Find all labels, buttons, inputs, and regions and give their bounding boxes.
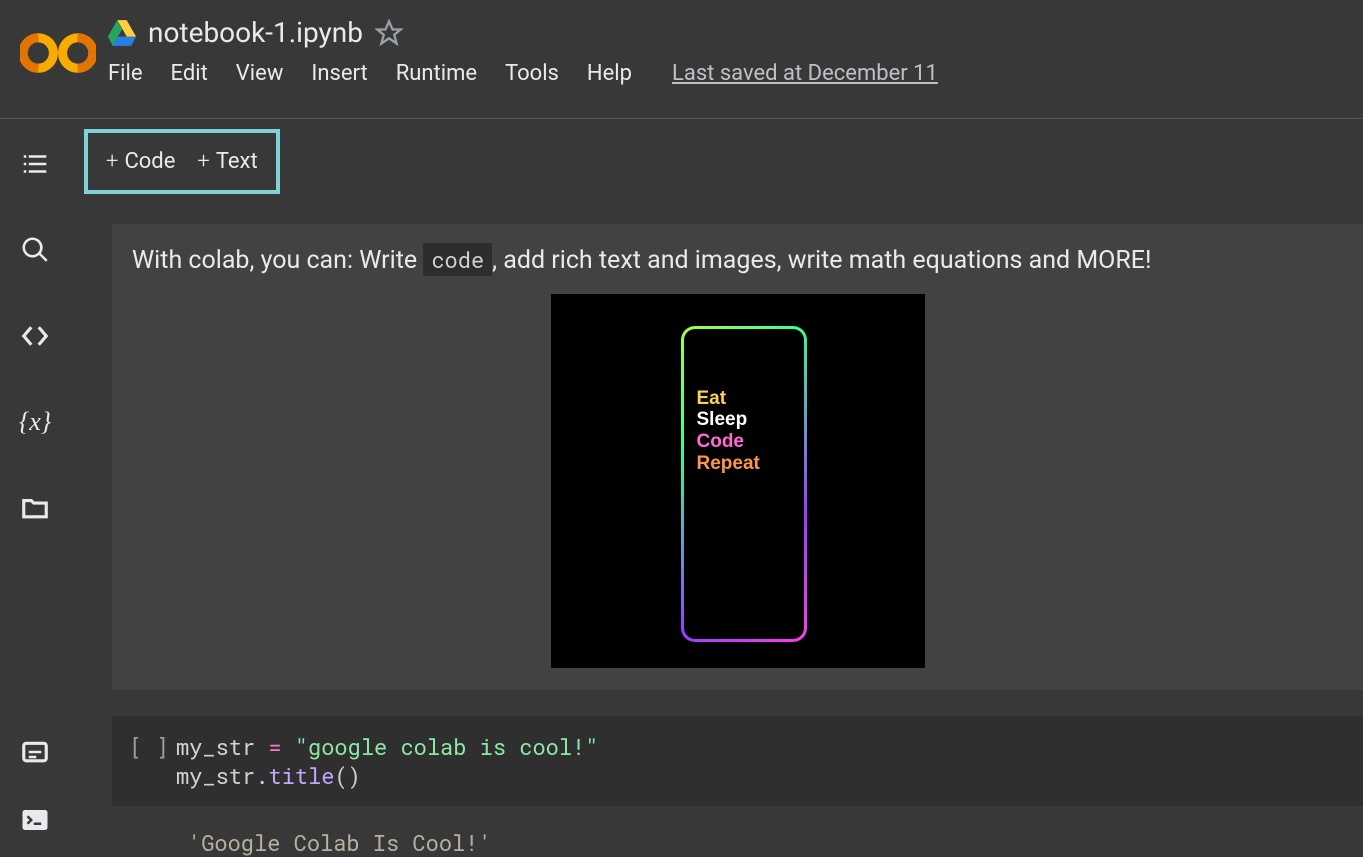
main-area: + Code + Text With colab, you can: Write… <box>70 119 1363 857</box>
search-icon[interactable] <box>20 235 50 265</box>
menu-help[interactable]: Help <box>587 61 632 86</box>
add-text-button[interactable]: + Text <box>197 149 257 174</box>
menu-tools[interactable]: Tools <box>505 61 559 86</box>
output-cell: 'Google Colab Is Cool!' <box>112 828 1363 857</box>
menubar: File Edit View Insert Runtime Tools Help… <box>108 61 1355 86</box>
title-row: notebook-1.ipynb <box>108 16 1355 49</box>
toc-icon[interactable] <box>20 149 50 179</box>
variables-icon[interactable]: {x} <box>19 407 51 437</box>
left-rail: {x} <box>0 119 70 857</box>
colab-logo-icon <box>20 28 96 78</box>
header: notebook-1.ipynb File Edit View Insert R… <box>0 0 1363 119</box>
command-palette-icon[interactable] <box>20 737 50 767</box>
notebook-title[interactable]: notebook-1.ipynb <box>148 16 363 49</box>
menu-runtime[interactable]: Runtime <box>396 61 477 86</box>
snippets-icon[interactable] <box>20 321 50 351</box>
plus-icon: + <box>197 149 209 174</box>
cell-prompt: [ ] <box>122 732 176 790</box>
text-cell[interactable]: With colab, you can: Write code, add ric… <box>112 224 1363 690</box>
embedded-image: Eat Sleep Code Repeat <box>551 294 925 668</box>
star-icon[interactable] <box>375 19 403 47</box>
add-text-label: Text <box>216 149 258 174</box>
last-saved-link[interactable]: Last saved at December 11 <box>672 61 938 86</box>
menu-file[interactable]: File <box>108 61 143 86</box>
insert-highlight: + Code + Text <box>84 129 280 194</box>
menu-edit[interactable]: Edit <box>171 61 208 86</box>
drive-icon <box>108 20 136 46</box>
text-cell-content: With colab, you can: Write code, add ric… <box>132 242 1343 280</box>
plus-icon: + <box>106 149 118 174</box>
add-code-label: Code <box>124 149 175 174</box>
code-cell[interactable]: [ ] my_str = "google colab is cool!" my_… <box>112 716 1363 806</box>
insert-bar: + Code + Text <box>70 119 1363 224</box>
menu-view[interactable]: View <box>236 61 284 86</box>
files-icon[interactable] <box>20 493 50 523</box>
code-body[interactable]: my_str = "google colab is cool!" my_str.… <box>176 732 598 790</box>
add-code-button[interactable]: + Code <box>106 149 175 174</box>
menu-insert[interactable]: Insert <box>311 61 367 86</box>
terminal-icon[interactable] <box>20 805 50 835</box>
inline-code: code <box>423 243 492 276</box>
